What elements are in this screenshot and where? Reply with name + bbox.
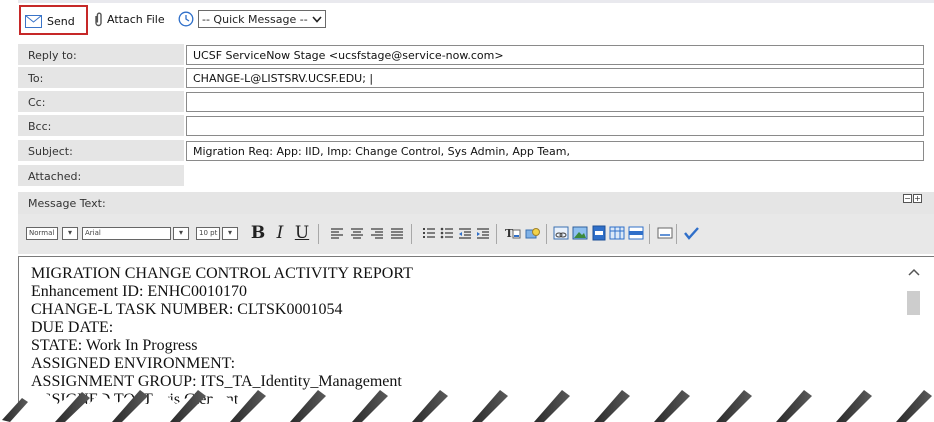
outdent-icon[interactable] <box>456 223 474 243</box>
cc-label: Cc: <box>18 91 184 113</box>
toolbar-divider <box>318 224 319 244</box>
html-source-icon[interactable] <box>656 223 674 243</box>
size-dropdown-arrow[interactable]: ▾ <box>222 227 238 240</box>
italic-button[interactable]: I <box>271 223 289 243</box>
indent-icon[interactable] <box>474 223 492 243</box>
paperclip-icon <box>95 12 102 26</box>
chevron-down-icon <box>312 15 322 23</box>
format-dropdown-arrow[interactable]: ▾ <box>62 227 78 240</box>
collapse-icon[interactable]: − <box>903 194 912 203</box>
ordered-list-icon[interactable] <box>420 223 438 243</box>
clock-icon <box>178 11 194 27</box>
message-editor[interactable]: MIGRATION CHANGE CONTROL ACTIVITY REPORT… <box>18 256 934 422</box>
link-icon[interactable] <box>552 223 570 243</box>
align-right-icon[interactable] <box>368 223 386 243</box>
attached-row: Attached: <box>18 165 925 187</box>
bcc-label: Bcc: <box>18 115 184 137</box>
font-color-icon[interactable]: T <box>504 223 522 243</box>
toolbar-divider <box>546 224 547 244</box>
message-line: DUE DATE: <box>31 319 114 336</box>
image-icon[interactable] <box>571 223 589 243</box>
spellcheck-icon[interactable] <box>682 223 700 243</box>
attached-label: Attached: <box>18 165 184 187</box>
message-line: ASSIGNED TO: Terris Clement <box>31 391 239 408</box>
table-grid-icon[interactable] <box>608 223 626 243</box>
justify-icon[interactable] <box>388 223 406 243</box>
envelope-icon <box>25 14 42 28</box>
attach-file-label: Attach File <box>107 12 165 26</box>
attach-file-button[interactable]: Attach File <box>94 9 165 29</box>
reply-to-row: Reply to: UCSF ServiceNow Stage <ucsfsta… <box>18 44 925 66</box>
horizontal-rule-icon[interactable] <box>627 223 645 243</box>
message-line: STATE: Work In Progress <box>31 337 198 354</box>
bold-button[interactable]: B <box>249 223 267 243</box>
table-icon[interactable] <box>590 223 608 243</box>
toolbar-divider <box>411 224 412 244</box>
to-label: To: <box>18 67 184 89</box>
to-field[interactable]: CHANGE-L@LISTSRV.UCSF.EDU; | <box>186 68 924 88</box>
subject-field[interactable]: Migration Req: App: IID, Imp: Change Con… <box>186 141 924 161</box>
message-line: MIGRATION CHANGE CONTROL ACTIVITY REPORT <box>31 265 413 282</box>
format-select[interactable]: Normal <box>26 227 58 240</box>
underline-button[interactable]: U <box>293 223 311 243</box>
attachments-area <box>186 165 925 187</box>
expand-icon[interactable]: + <box>913 194 922 203</box>
size-select[interactable]: 10 pt <box>196 227 220 240</box>
cc-row: Cc: <box>18 91 925 113</box>
bcc-row: Bcc: <box>18 115 925 137</box>
scrollbar-thumb[interactable] <box>907 291 920 315</box>
subject-label: Subject: <box>18 140 184 162</box>
message-text-label: Message Text: <box>18 192 934 214</box>
compose-toolbar: Send Attach File -- Quick Message -- <box>0 0 934 36</box>
toolbar-divider <box>496 224 497 244</box>
to-row: To: CHANGE-L@LISTSRV.UCSF.EDU; | <box>18 67 925 89</box>
scroll-up-arrow[interactable] <box>908 265 920 279</box>
font-dropdown-arrow[interactable]: ▾ <box>173 227 189 240</box>
bullet-list-icon[interactable] <box>438 223 456 243</box>
top-divider <box>18 0 934 3</box>
toolbar-divider <box>649 224 650 244</box>
quick-message: -- Quick Message -- <box>178 9 326 29</box>
highlight-icon[interactable] <box>524 223 542 243</box>
align-left-icon[interactable] <box>328 223 346 243</box>
send-label: Send <box>47 14 75 28</box>
message-line: ASSIGNMENT GROUP: ITS_TA_Identity_Manage… <box>31 373 402 390</box>
send-highlight: Send <box>19 5 88 35</box>
message-line: Enhancement ID: ENHC0010170 <box>31 283 247 300</box>
message-line: ASSIGNED ENVIRONMENT: <box>31 355 236 372</box>
align-center-icon[interactable] <box>348 223 366 243</box>
editor-toolbar: Normal ▾ Arial ▾ 10 pt ▾ B I U T <box>18 214 934 254</box>
subject-row: Subject: Migration Req: App: IID, Imp: C… <box>18 140 925 162</box>
quick-message-select[interactable]: -- Quick Message -- <box>198 10 326 28</box>
message-body: MIGRATION CHANGE CONTROL ACTIVITY REPORT… <box>31 265 413 409</box>
font-select[interactable]: Arial <box>82 227 171 240</box>
send-button[interactable]: Send <box>25 11 75 31</box>
toolbar-divider <box>676 224 677 244</box>
editor-scrollbar[interactable] <box>905 257 923 422</box>
reply-to-label: Reply to: <box>18 44 184 66</box>
quick-message-value: -- Quick Message -- <box>202 12 308 26</box>
editor-size-toggle: − + <box>903 194 922 203</box>
message-line: CHANGE-L TASK NUMBER: CLTSK0001054 <box>31 301 343 318</box>
reply-to-field[interactable]: UCSF ServiceNow Stage <ucsfstage@service… <box>186 45 924 65</box>
cc-field[interactable] <box>186 92 924 112</box>
bcc-field[interactable] <box>186 116 924 136</box>
